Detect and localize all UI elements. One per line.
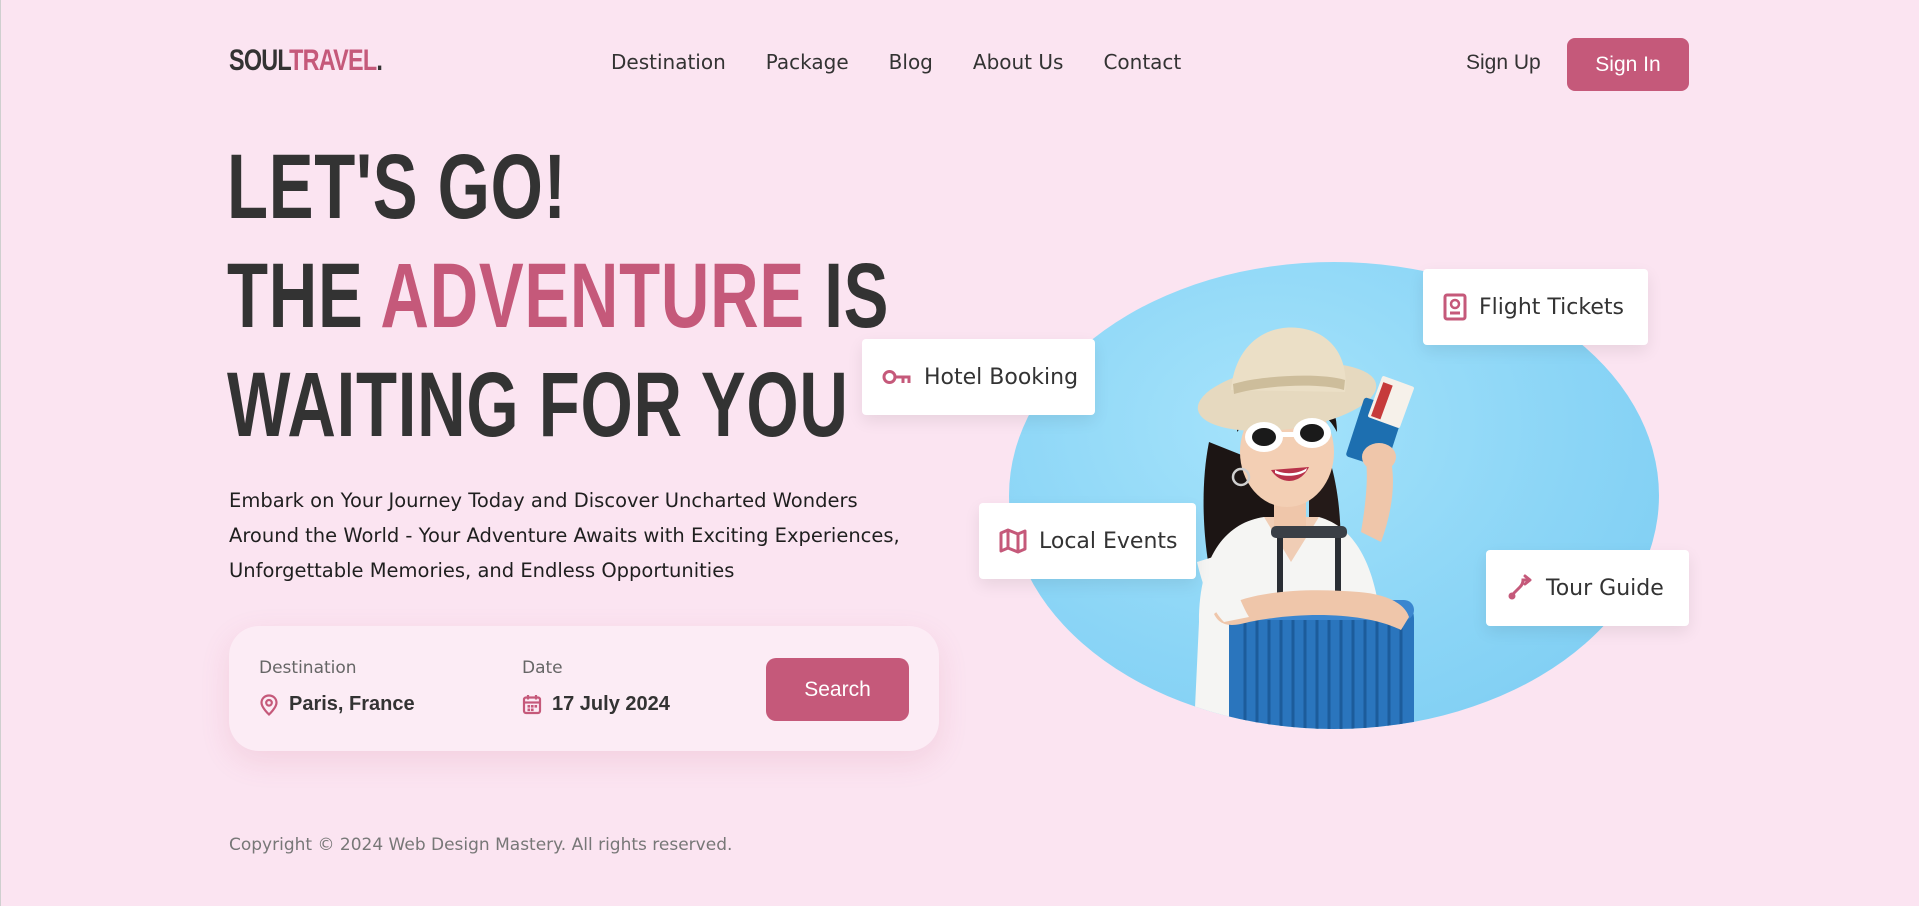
copyright-text: Copyright © 2024 Web Design Mastery. All… — [229, 835, 733, 855]
search-button[interactable]: Search — [766, 658, 909, 721]
local-events-card[interactable]: Local Events — [979, 503, 1196, 579]
hotel-booking-card[interactable]: Hotel Booking — [862, 339, 1095, 415]
headline-line-2-end: IS — [804, 245, 890, 347]
passport-icon — [1443, 293, 1467, 321]
page-edge — [0, 0, 1, 906]
headline-accent-word: ADVENTURE — [380, 245, 805, 347]
nav-item-contact[interactable]: Contact — [1103, 50, 1181, 74]
destination-value: Paris, France — [289, 693, 415, 715]
nav-item-package[interactable]: Package — [766, 50, 849, 74]
key-icon — [882, 370, 911, 384]
headline-line-3: WAITING FOR YOU — [227, 354, 849, 456]
route-icon — [1508, 574, 1532, 600]
map-icon — [999, 528, 1027, 554]
nav-item-destination[interactable]: Destination — [611, 50, 726, 74]
tour-guide-label: Tour Guide — [1546, 575, 1664, 601]
brand-name-part2: TRAVEL — [289, 44, 377, 77]
headline-line-2: THE ADVENTURE IS — [227, 242, 889, 351]
sign-up-link[interactable]: Sign Up — [1466, 51, 1541, 75]
hero-description: Embark on Your Journey Today and Discove… — [229, 489, 900, 582]
destination-field[interactable]: Paris, France — [259, 693, 415, 716]
destination-label: Destination — [259, 658, 357, 678]
tour-guide-card[interactable]: Tour Guide — [1486, 550, 1689, 626]
headline-line-1: LET'S GO! — [227, 136, 567, 238]
main-nav: Destination Package Blog About Us Contac… — [611, 50, 1181, 74]
brand-name-part1: SOUL — [229, 44, 290, 77]
local-events-label: Local Events — [1039, 528, 1178, 554]
date-value: 17 July 2024 — [552, 693, 670, 715]
date-label: Date — [522, 658, 563, 678]
search-card: Destination Paris, France Date 17 July 2… — [229, 626, 939, 751]
hotel-booking-label: Hotel Booking — [924, 364, 1079, 390]
hero-headline: LET'S GO! THE ADVENTURE IS WAITING FOR Y… — [227, 133, 889, 460]
sign-in-button[interactable]: Sign In — [1567, 38, 1689, 91]
date-field[interactable]: 17 July 2024 — [522, 693, 670, 716]
calendar-icon — [522, 695, 542, 715]
flight-tickets-label: Flight Tickets — [1479, 294, 1624, 320]
nav-item-blog[interactable]: Blog — [889, 50, 933, 74]
location-pin-icon — [260, 693, 278, 716]
brand-logo[interactable]: SOULTRAVEL. — [229, 44, 383, 78]
brand-dot: . — [376, 44, 383, 77]
flight-tickets-card[interactable]: Flight Tickets — [1423, 269, 1648, 345]
headline-line-2-start: THE — [227, 245, 381, 347]
nav-item-about-us[interactable]: About Us — [973, 50, 1064, 74]
